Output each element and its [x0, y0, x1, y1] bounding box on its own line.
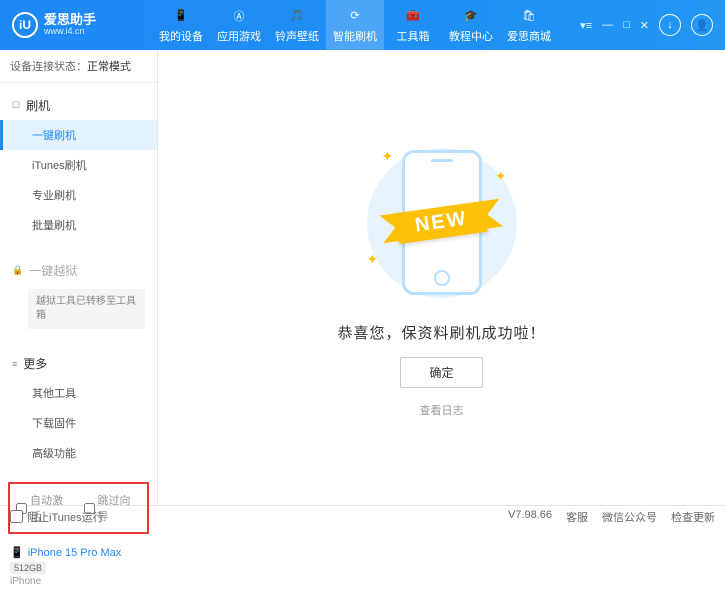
main-content: NEW ✦ ✦ ✦ 恭喜您，保资料刷机成功啦！ 确定 查看日志 [158, 50, 725, 505]
sidebar-batch-flash[interactable]: 批量刷机 [0, 210, 157, 240]
maximize-button[interactable]: □ [623, 19, 630, 31]
footer-wechat[interactable]: 微信公众号 [602, 509, 657, 525]
app-logo: iU 爱思助手 www.i4.cn [12, 12, 152, 38]
nav-my-device[interactable]: 📱 我的设备 [152, 0, 210, 50]
footer-support[interactable]: 客服 [566, 509, 588, 525]
device-type: iPhone [10, 576, 147, 587]
version-label: V7.98.66 [508, 509, 552, 525]
connection-status: 设备连接状态：正常模式 [0, 50, 157, 83]
sidebar-flash-header[interactable]: ☐ 刷机 [0, 91, 157, 120]
download-button[interactable]: ↓ [659, 14, 681, 36]
menu-icon[interactable]: ▾≡ [580, 19, 592, 32]
nav-store[interactable]: 🛍 爱思商城 [500, 0, 558, 50]
sidebar: 设备连接状态：正常模式 ☐ 刷机 一键刷机 iTunes刷机 专业刷机 批量刷机… [0, 50, 158, 505]
confirm-button[interactable]: 确定 [400, 357, 482, 388]
more-icon: ≡ [12, 359, 17, 369]
logo-icon: iU [12, 12, 38, 38]
sidebar-jailbreak-header: 🔒 一键越狱 [0, 256, 157, 285]
open-icon: ☐ [12, 100, 20, 111]
close-button[interactable]: ✕ [640, 19, 649, 32]
app-title: 爱思助手 [44, 13, 96, 27]
nav-flash[interactable]: ⟳ 智能刷机 [326, 0, 384, 50]
lock-icon: 🔒 [12, 265, 23, 276]
sidebar-download-firmware[interactable]: 下载固件 [0, 408, 157, 438]
device-icon: 📱 [172, 7, 190, 25]
nav-apps[interactable]: Ⓐ 应用游戏 [210, 0, 268, 50]
top-nav: 📱 我的设备 Ⓐ 应用游戏 🎵 铃声壁纸 ⟳ 智能刷机 🧰 工具箱 🎓 教程中心… [152, 0, 580, 50]
sidebar-oneclick-flash[interactable]: 一键刷机 [0, 120, 157, 150]
app-subtitle: www.i4.cn [44, 27, 96, 37]
nav-tutorial[interactable]: 🎓 教程中心 [442, 0, 500, 50]
toolbox-icon: 🧰 [404, 7, 422, 25]
device-name[interactable]: 📱 iPhone 15 Pro Max [10, 546, 147, 559]
success-message: 恭喜您，保资料刷机成功啦！ [337, 322, 545, 343]
sidebar-itunes-flash[interactable]: iTunes刷机 [0, 150, 157, 180]
apps-icon: Ⓐ [230, 7, 248, 25]
flash-icon: ⟳ [346, 7, 364, 25]
jailbreak-note: 越狱工具已转移至工具箱 [28, 289, 145, 329]
sidebar-advanced[interactable]: 高级功能 [0, 438, 157, 468]
store-icon: 🛍 [520, 7, 538, 25]
device-info: 📱 iPhone 15 Pro Max 512GB iPhone [0, 540, 157, 593]
footer-update[interactable]: 检查更新 [671, 509, 715, 525]
minimize-button[interactable]: — [602, 19, 613, 31]
nav-toolbox[interactable]: 🧰 工具箱 [384, 0, 442, 50]
block-itunes-checkbox[interactable]: 阻止iTunes运行 [10, 509, 104, 525]
nav-ringtone[interactable]: 🎵 铃声壁纸 [268, 0, 326, 50]
sidebar-other-tools[interactable]: 其他工具 [0, 378, 157, 408]
window-controls: ▾≡ — □ ✕ ↓ 👤 [580, 14, 713, 36]
title-bar: iU 爱思助手 www.i4.cn 📱 我的设备 Ⓐ 应用游戏 🎵 铃声壁纸 ⟳… [0, 0, 725, 50]
phone-icon: 📱 [10, 546, 24, 559]
view-log-link[interactable]: 查看日志 [420, 402, 464, 418]
success-illustration: NEW ✦ ✦ ✦ [342, 138, 542, 308]
tutorial-icon: 🎓 [462, 7, 480, 25]
sidebar-pro-flash[interactable]: 专业刷机 [0, 180, 157, 210]
sidebar-more-header[interactable]: ≡ 更多 [0, 349, 157, 378]
device-capacity: 512GB [10, 562, 46, 574]
ringtone-icon: 🎵 [288, 7, 306, 25]
user-button[interactable]: 👤 [691, 14, 713, 36]
